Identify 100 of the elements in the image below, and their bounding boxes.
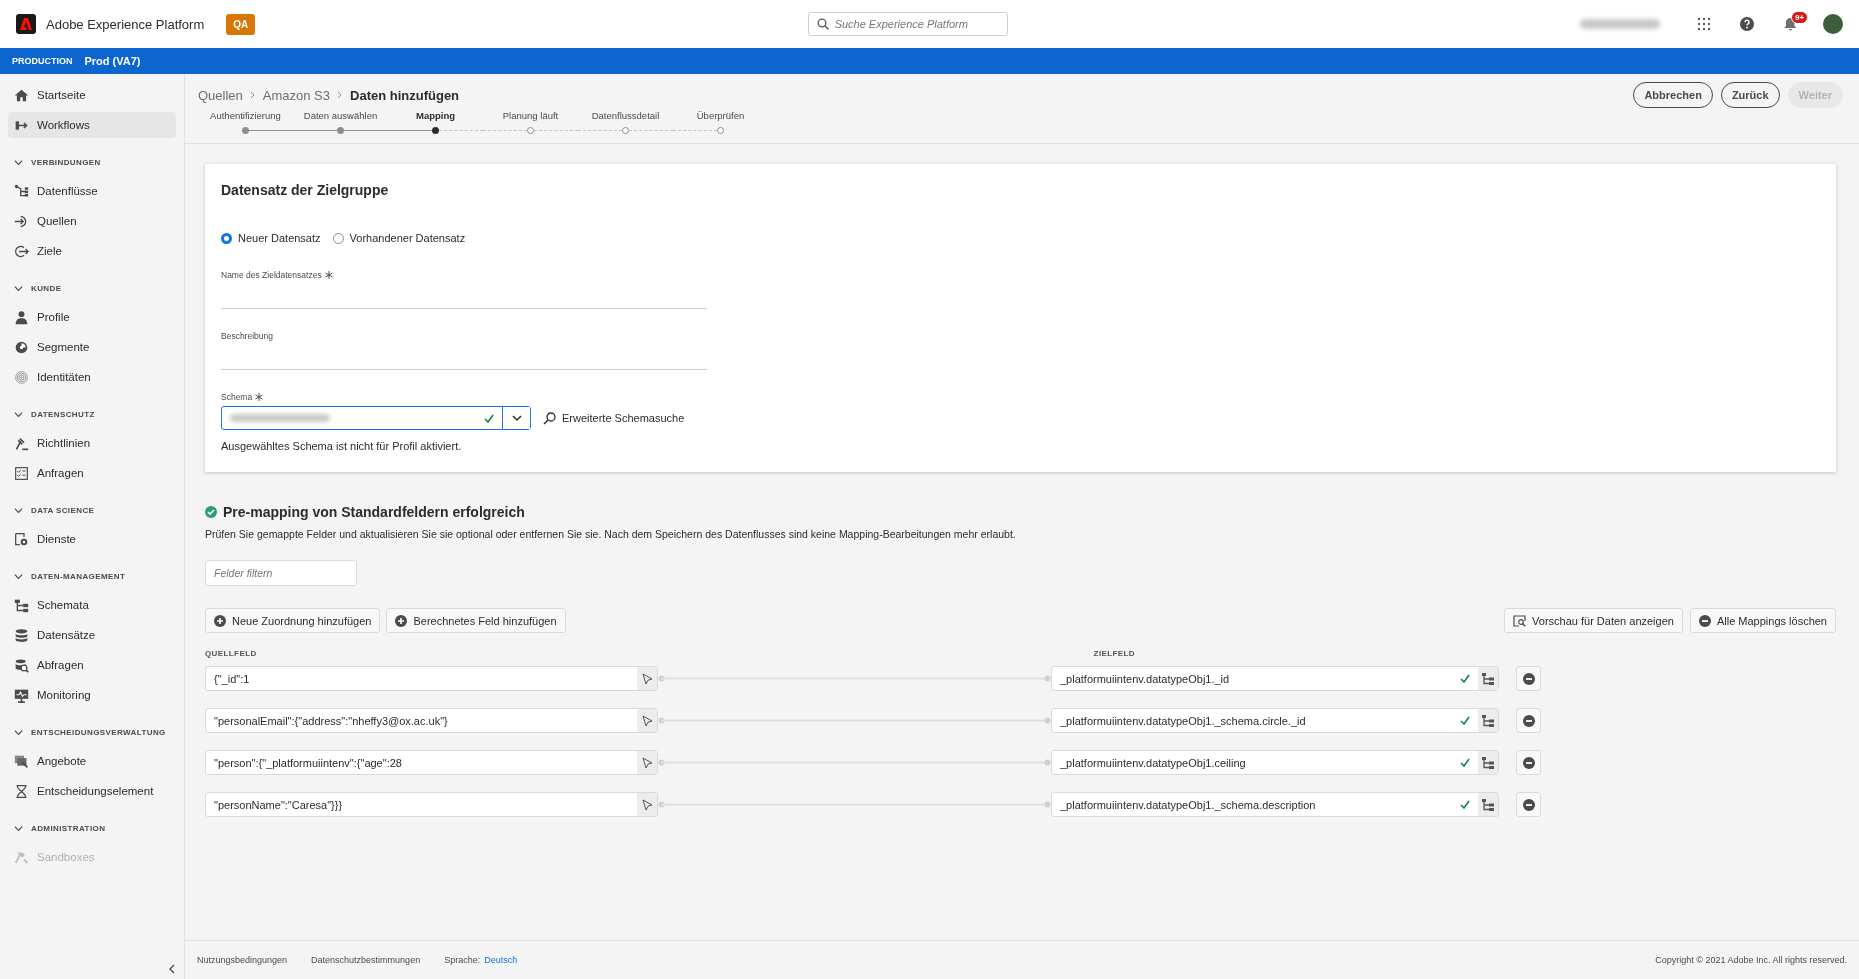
sidebar-item[interactable]: Monitoring: [8, 682, 176, 708]
section-heading[interactable]: VERBINDUNGEN: [8, 153, 176, 171]
footer-link[interactable]: Nutzungsbedingungen: [197, 955, 288, 965]
schema-tree-button[interactable]: [1478, 793, 1498, 816]
add-button[interactable]: Neue Zuordnung hinzufügen: [205, 608, 381, 633]
pick-button[interactable]: [637, 709, 657, 732]
remove-button[interactable]: [1516, 792, 1541, 817]
radio-option[interactable]: Neuer Datensatz: [221, 232, 321, 244]
sidebar-item[interactable]: Identitäten: [8, 364, 176, 390]
step-label: Authentifizierung: [210, 110, 281, 121]
source-field[interactable]: "person":{"_platformuiintenv":{"age":28: [205, 750, 658, 775]
search-icon: [816, 18, 829, 30]
hierarchy-icon: [14, 597, 29, 613]
step-label: Planung läuft: [502, 110, 559, 121]
sandbox-name[interactable]: Prod (VA7): [84, 55, 141, 67]
breadcrumb-item: Daten hinzufügen: [350, 87, 460, 103]
footer-link[interactable]: Datenschutzbestimmungen: [311, 955, 421, 965]
section-heading[interactable]: DATA SCIENCE: [8, 501, 176, 519]
sidebar-item[interactable]: Datenflüsse: [8, 178, 176, 204]
avatar[interactable]: [1823, 14, 1843, 34]
remove-icon: [1522, 714, 1535, 727]
chevron-icon: [14, 409, 23, 419]
target-field[interactable]: _platformuiintenv.datatypeObj1._schema.description: [1051, 792, 1499, 817]
sidebar-item[interactable]: Angebote: [8, 748, 176, 774]
breadcrumb-item[interactable]: Amazon S3: [262, 87, 330, 103]
clear-mappings-button[interactable]: Alle Mappings löschen: [1689, 608, 1836, 633]
environment-badge: QA: [226, 13, 256, 35]
hourglass-icon: [14, 783, 29, 799]
hierarchy-icon: [1482, 714, 1494, 727]
schema-tree-button[interactable]: [1478, 709, 1498, 732]
column-heading: QUELLFELD: [205, 649, 257, 658]
cursor-icon: [641, 672, 653, 685]
card-title: Datensatz der Zielgruppe: [221, 182, 390, 198]
section-heading[interactable]: KUNDE: [8, 279, 176, 297]
remove-button[interactable]: [1516, 750, 1541, 775]
gavel-icon: [14, 435, 29, 451]
sidebar-item[interactable]: Ziele: [8, 238, 176, 264]
pick-button[interactable]: [637, 751, 657, 774]
source-field[interactable]: "personName":"Caresa"}}}: [205, 792, 658, 817]
home-icon: [14, 87, 29, 103]
sidebar-item[interactable]: Profile: [8, 304, 176, 330]
source-field[interactable]: {"_id":1: [205, 666, 658, 691]
search-field[interactable]: Suche Experience Platform: [807, 12, 1008, 36]
preview-button[interactable]: Vorschau für Daten anzeigen: [1504, 608, 1683, 633]
field-label: Beschreibung: [221, 331, 273, 341]
help-icon[interactable]: [1740, 17, 1754, 31]
branching-nodes-icon: [14, 183, 29, 199]
chevron-icon: [14, 505, 23, 515]
sidebar-item[interactable]: Workflows: [8, 112, 176, 138]
breadcrumb-item[interactable]: Quellen: [198, 87, 243, 103]
sidebar-item[interactable]: Startseite: [8, 82, 176, 108]
step-label: Mapping: [415, 110, 456, 121]
advanced-search-button[interactable]: Erweiterte Schemasuche: [543, 411, 685, 425]
schema-note: Ausgewähltes Schema ist nicht für Profil aktiviert.: [221, 440, 463, 452]
chevron-icon: [14, 727, 23, 737]
language-link[interactable]: Deutsch: [484, 955, 518, 965]
description-text: Prüfen Sie gemappte Felder und aktualisieren Sie sie optional oder entfernen Sie sie. Nach dem Speichern des Datenflusses sind keine Mapping-Bearbeitungen mehr erlaubt.: [205, 528, 1017, 540]
notification-badge: 9+: [1791, 11, 1809, 24]
search-icon: [543, 411, 556, 425]
source-field[interactable]: "personalEmail":{"address":"nheffy3@ox.ac.uk"}: [205, 708, 658, 733]
sidebar-item[interactable]: Abfragen: [8, 652, 176, 678]
section-heading[interactable]: DATEN-MANAGEMENT: [8, 567, 176, 585]
chevron-icon: [336, 91, 344, 99]
field-label: Name des Zieldatensatzes: [221, 270, 322, 280]
column-heading: ZIELFELD: [1093, 649, 1136, 658]
cursor-icon: [641, 798, 653, 811]
copyright-text: Copyright © 2021 Adobe Inc. All rights reserved.: [1655, 955, 1847, 965]
section-heading[interactable]: ADMINISTRATION: [8, 819, 176, 837]
remove-icon: [1698, 614, 1711, 627]
schema-tree-button[interactable]: [1478, 751, 1498, 774]
sidebar-item[interactable]: Datensätze: [8, 622, 176, 648]
preview-icon: [1513, 614, 1527, 627]
remove-icon: [1522, 672, 1535, 685]
database-icon: [14, 627, 29, 643]
remove-icon: [1522, 798, 1535, 811]
target-field[interactable]: _platformuiintenv.datatypeObj1.ceiling: [1051, 750, 1499, 775]
section-heading[interactable]: DATENSCHUTZ: [8, 405, 176, 423]
user-icon: [14, 309, 29, 325]
apps-grid-icon[interactable]: [1698, 18, 1710, 30]
sidebar-item[interactable]: Dienste: [8, 526, 176, 552]
sidebar-item[interactable]: Anfragen: [8, 460, 176, 486]
schema-select[interactable]: [221, 406, 531, 430]
dropdown-button[interactable]: [502, 407, 530, 429]
filter-field[interactable]: Felder filtern: [205, 560, 357, 586]
pick-button[interactable]: [637, 793, 657, 816]
sidebar-item[interactable]: Segmente: [8, 334, 176, 360]
schema-tree-button[interactable]: [1478, 667, 1498, 690]
cursor-icon: [641, 756, 653, 769]
remove-button[interactable]: [1516, 708, 1541, 733]
remove-button[interactable]: [1516, 666, 1541, 691]
section-heading[interactable]: ENTSCHEIDUNGSVERWALTUNG: [8, 723, 176, 741]
pick-button[interactable]: [637, 667, 657, 690]
target-field[interactable]: _platformuiintenv.datatypeObj1._schema.circle._id: [1051, 708, 1499, 733]
radio-option[interactable]: Vorhandener Datensatz: [332, 232, 466, 244]
sidebar-item[interactable]: Quellen: [8, 208, 176, 234]
target-field[interactable]: _platformuiintenv.datatypeObj1._id: [1051, 666, 1499, 691]
add-button[interactable]: Berechnetes Feld hinzufügen: [386, 608, 566, 633]
sidebar-item[interactable]: Richtlinien: [8, 430, 176, 456]
sidebar-item[interactable]: Entscheidungselement: [8, 778, 176, 804]
sidebar-item[interactable]: Schemata: [8, 592, 176, 618]
